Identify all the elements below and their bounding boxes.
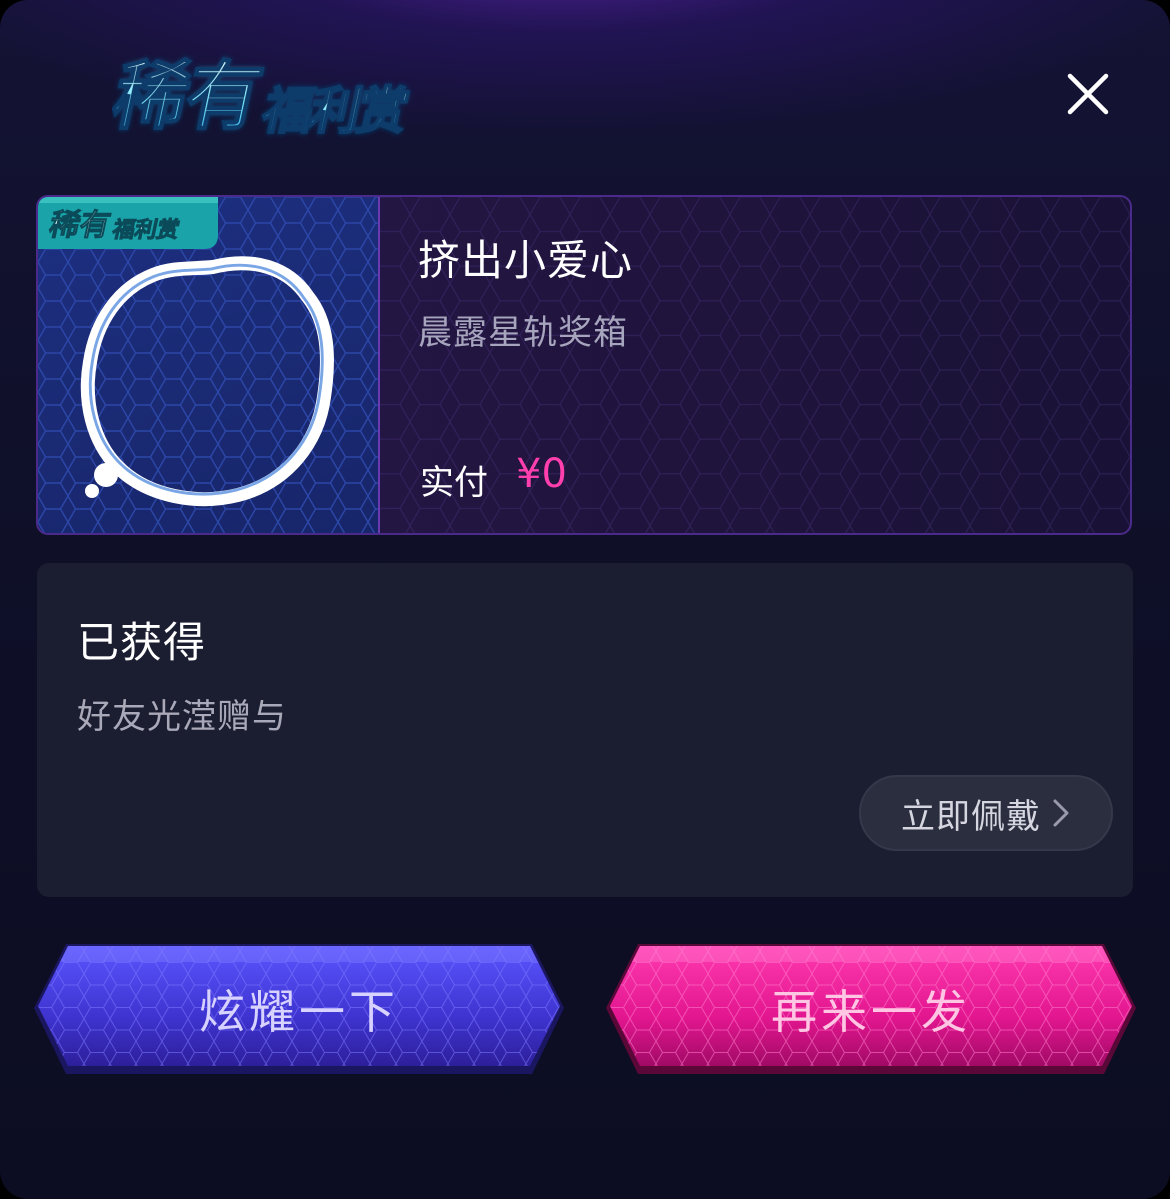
paid-value: ¥0	[516, 451, 567, 497]
svg-text:福利赏: 福利赏	[257, 82, 413, 140]
wear-now-label: 立即佩戴	[901, 796, 1041, 837]
svg-text:稀有: 稀有	[112, 54, 268, 140]
wear-now-button[interactable]: 立即佩戴	[859, 775, 1113, 851]
draw-again-label: 再来一发	[771, 985, 971, 1039]
paid-label: 实付	[420, 463, 488, 503]
draw-again-button[interactable]: 再来一发	[604, 940, 1138, 1080]
reward-dialog: 稀有 福利赏 稀有 福利赏 挤出小爱心 晨露星轨奖箱 实付 ¥0 已获得 好友光…	[0, 0, 1170, 1199]
rare-reward-logo: 稀有 福利赏	[112, 53, 413, 141]
chevron-right-icon	[1053, 799, 1069, 827]
obtained-description: 好友光滢赠与	[77, 697, 287, 737]
rare-badge: 稀有 福利赏	[38, 197, 218, 249]
show-off-label: 炫耀一下	[199, 985, 399, 1039]
close-icon	[1067, 73, 1109, 115]
item-name: 挤出小爱心	[418, 236, 634, 285]
reward-item-card: 稀有 福利赏 挤出小爱心 晨露星轨奖箱 实付 ¥0	[36, 195, 1132, 535]
svg-text:福利赏: 福利赏	[109, 217, 181, 243]
item-source: 晨露星轨奖箱	[418, 313, 628, 353]
item-thumbnail[interactable]: 稀有 福利赏	[38, 197, 380, 533]
obtained-title: 已获得	[77, 618, 207, 667]
svg-text:稀有: 稀有	[46, 208, 113, 243]
show-off-button[interactable]: 炫耀一下	[32, 940, 566, 1080]
obtained-panel: 已获得 好友光滢赠与 立即佩戴	[37, 563, 1133, 897]
close-button[interactable]	[1060, 66, 1116, 122]
